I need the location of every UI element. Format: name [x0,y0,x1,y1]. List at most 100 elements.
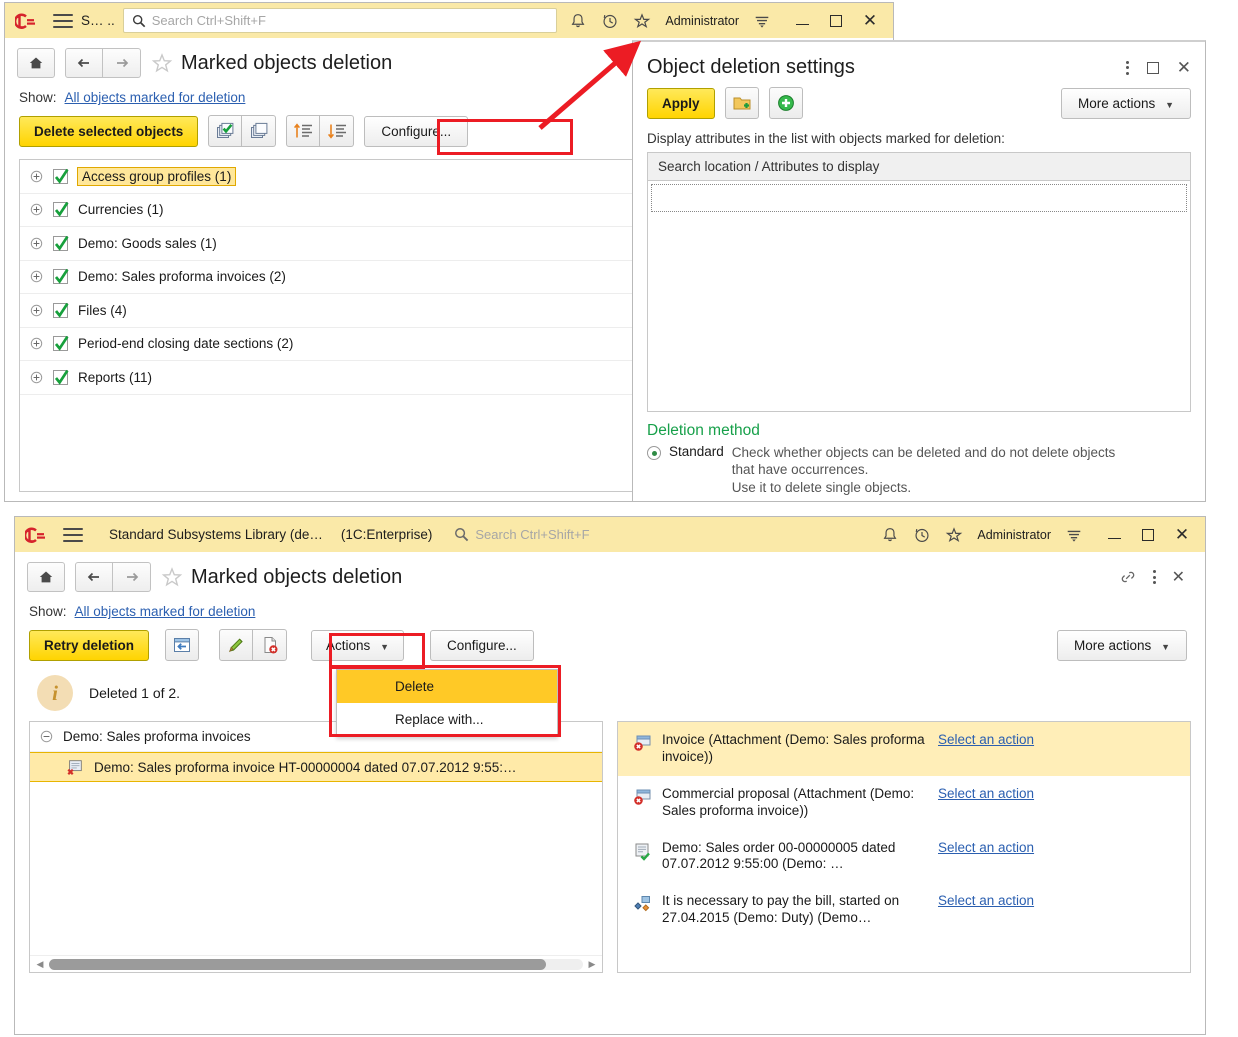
expand-icon[interactable] [30,203,43,216]
add-to-favorites-icon[interactable] [161,566,183,588]
home-button[interactable] [27,562,65,592]
forward-button[interactable] [103,48,141,78]
occurrence-row[interactable]: Demo: Sales order 00-00000005 dated 07.0… [618,830,1190,884]
scroll-left-arrow-icon[interactable]: ◀ [34,959,46,970]
occurrence-text: Commercial proposal (Attachment (Demo: S… [662,785,915,818]
main-menu-burger-icon[interactable] [63,527,83,543]
maximize-icon[interactable] [1146,61,1159,74]
more-actions-button-dialog[interactable]: More actions ▼ [1061,87,1191,119]
close-button[interactable]: ✕ [1165,520,1199,550]
tree-item-row[interactable]: Demo: Sales proforma invoice HT-00000004… [30,752,602,782]
attributes-empty-row[interactable] [651,184,1187,212]
actions-button[interactable]: Actions ▼ [311,629,404,661]
row-checkbox[interactable] [53,235,69,251]
add-folder-button[interactable] [724,87,759,119]
search-input[interactable]: Search Ctrl+Shift+F [122,8,558,33]
minimize-button[interactable] [785,6,819,36]
delete-selected-objects-button[interactable]: Delete selected objects [19,115,199,147]
maximize-button[interactable] [819,6,853,36]
apply-button[interactable]: Apply [647,87,715,119]
row-checkbox[interactable] [53,369,69,385]
show-label: Show: [19,90,57,105]
home-button[interactable] [17,48,55,78]
select-action-link[interactable]: Select an action [938,732,1034,749]
delete-document-button[interactable] [253,629,288,661]
edit-button[interactable] [219,629,254,661]
occurrence-row[interactable]: Commercial proposal (Attachment (Demo: S… [618,776,1190,830]
link-icon[interactable] [1119,568,1137,586]
bottom-window-toolbar: Retry deletion Actions ▼ Configure... Mo… [15,623,1205,669]
tree-item-label: Demo: Sales proforma invoice HT-00000004… [94,759,517,775]
retry-deletion-button[interactable]: Retry deletion [29,629,150,661]
list-item-label: Period-end closing date sections (2) [78,336,294,352]
add-to-favorites-icon[interactable] [151,52,173,74]
select-action-link[interactable]: Select an action [938,893,1034,910]
scrollbar-thumb[interactable] [49,958,546,970]
detail-panes: Demo: Sales proforma invoices Demo: Sale… [15,721,1205,973]
expand-all-button[interactable] [286,115,321,147]
show-filter-link[interactable]: All objects marked for deletion [65,90,246,105]
collapse-icon[interactable] [40,730,53,743]
expand-icon[interactable] [30,304,43,317]
back-button[interactable] [75,562,113,592]
scrollbar-track[interactable] [49,958,583,970]
back-arrow-icon [77,58,89,68]
favorites-star-icon[interactable] [633,12,651,30]
main-menu-burger-icon[interactable] [53,13,73,29]
occurrence-row[interactable]: Invoice (Attachment (Demo: Sales proform… [618,722,1190,776]
expand-icon[interactable] [30,371,43,384]
expand-icon[interactable] [30,270,43,283]
expand-icon[interactable] [30,337,43,350]
list-item-label: Access group profiles (1) [76,166,237,186]
horizontal-scrollbar[interactable]: ◀ ▶ [30,955,602,972]
select-action-link[interactable]: Select an action [938,786,1034,803]
row-checkbox[interactable] [53,336,69,352]
close-icon[interactable]: ✕ [1177,58,1191,78]
add-item-button[interactable] [768,87,803,119]
uncheck-all-button[interactable] [242,115,277,147]
collapse-all-button[interactable] [320,115,355,147]
bell-icon[interactable] [569,12,587,30]
bell-icon[interactable] [881,526,899,544]
bottom-window-show-row: Show: All objects marked for deletion [15,596,1205,623]
row-checkbox[interactable] [53,269,69,285]
display-attributes-label: Display attributes in the list with obje… [647,131,1005,146]
deletion-method-standard-option[interactable]: Standard Check whether objects can be de… [633,442,1205,496]
kebab-menu-icon[interactable] [1125,60,1129,75]
forward-button[interactable] [113,562,151,592]
search-placeholder: Search Ctrl+Shift+F [151,13,266,28]
expand-icon[interactable] [30,237,43,250]
menu-lines-icon[interactable] [1065,526,1083,544]
show-filter-link[interactable]: All objects marked for deletion [75,604,256,619]
menu-item-delete[interactable]: Delete [337,670,557,703]
menu-lines-icon[interactable] [753,12,771,30]
radio-standard[interactable] [647,446,661,460]
history-icon[interactable] [913,526,931,544]
search-input[interactable]: Search Ctrl+Shift+F [446,522,869,547]
menu-item-replace-with[interactable]: Replace with... [337,703,557,736]
kebab-menu-icon[interactable] [1152,570,1156,584]
back-button[interactable] [65,48,103,78]
occurrence-row[interactable]: It is necessary to pay the bill, started… [618,883,1190,937]
forward-arrow-icon [116,58,128,68]
configure-button-top[interactable]: Configure... [364,115,469,147]
check-all-button[interactable] [208,115,243,147]
marked-objects-deletion-window-bottom: 1 Standard Subsystems Library (de… (1C:E… [14,516,1206,1035]
close-icon[interactable]: ✕ [1172,567,1185,587]
more-actions-button-bottom[interactable]: More actions ▼ [1057,629,1187,661]
scroll-right-arrow-icon[interactable]: ▶ [586,959,598,970]
row-checkbox[interactable] [53,202,69,218]
configure-button-bottom[interactable]: Configure... [430,629,534,661]
expand-icon[interactable] [30,170,43,183]
select-action-link[interactable]: Select an action [938,840,1034,857]
close-button[interactable]: ✕ [853,6,887,36]
favorites-star-icon[interactable] [945,526,963,544]
open-in-window-button[interactable] [165,629,200,661]
row-checkbox[interactable] [53,168,69,184]
history-icon[interactable] [601,12,619,30]
minimize-button[interactable] [1097,520,1131,550]
attributes-table[interactable]: Search location / Attributes to display [647,152,1191,412]
document-deleted-icon [66,758,84,776]
maximize-button[interactable] [1131,520,1165,550]
row-checkbox[interactable] [53,302,69,318]
